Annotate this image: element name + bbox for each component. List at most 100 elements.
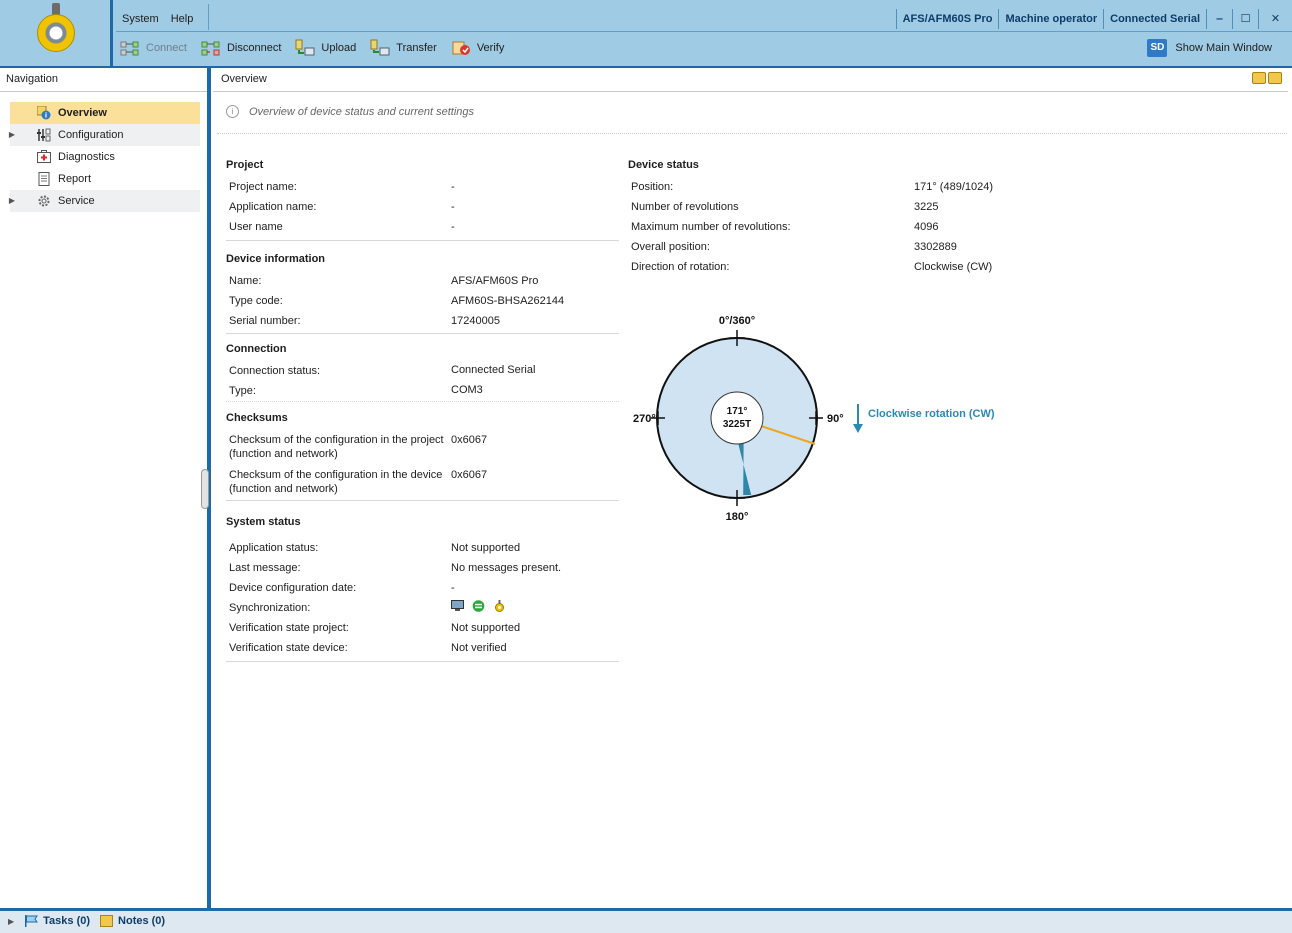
section-title-device-information: Device information [226,253,326,265]
label-connection-type: Type: [229,385,256,397]
label-checksum-project-line1: Checksum of the configuration in the pro… [229,434,444,446]
bottom-bar-content: ▶ Tasks (0) Notes (0) [8,915,165,927]
info-text: Overview of device status and current se… [249,105,474,118]
section-separator [226,333,619,334]
value-application-status: Not supported [451,542,521,554]
value-device-name: AFS/AFM60S Pro [451,275,539,287]
main-title: Overview [221,73,267,85]
dial-center [710,391,764,445]
note-add-icon[interactable] [1268,72,1282,84]
disconnect-icon [201,41,220,56]
maximize-button[interactable]: ☐ [1232,9,1258,29]
value-last-message: No messages present. [451,562,562,574]
label-user-name: User name [229,221,283,233]
toolbar: Connect Disconnect Upload Transfer Verif… [120,37,518,59]
value-maximum-revolutions: 4096 [914,221,939,233]
transfer-button[interactable]: Transfer [370,37,437,59]
menu-system[interactable]: System [116,9,165,29]
note-view-icon[interactable] [1252,72,1266,84]
value-serial-number: 17240005 [451,315,500,327]
bottom-bar: ▶ Tasks (0) Notes (0) [0,908,1292,933]
value-user-name: - [451,221,455,233]
info-icon: i [226,105,239,118]
navigation-tree: Overview ▶ Configuration Diagnostics Rep… [9,102,200,212]
dial-label-right: 90° [827,413,844,425]
verify-icon [452,41,470,55]
menu-help[interactable]: Help [165,9,200,29]
device-status-label: AFS/AFM60S Pro [895,9,999,29]
section-separator [226,401,619,402]
show-main-window-label: Show Main Window [1175,42,1272,54]
label-type-code: Type code: [229,295,283,307]
gear-icon [38,195,50,207]
value-type-code: AFM60S-BHSA262144 [451,295,565,307]
show-main-window-button[interactable]: SD Show Main Window [1147,37,1272,59]
nav-label-configuration: Configuration [58,129,124,141]
nav-item-overview[interactable]: Overview [10,102,200,124]
label-checksum-device-line1: Checksum of the configuration in the dev… [229,469,443,481]
logo-area [0,0,113,68]
navigation-panel: Navigation Overview ▶ Configuration Diag… [0,68,207,908]
configuration-icon [37,128,51,142]
close-button[interactable]: ✕ [1258,9,1292,29]
connect-button[interactable]: Connect [120,37,187,59]
section-separator [226,500,619,501]
disconnect-button[interactable]: Disconnect [201,37,281,59]
nav-item-configuration[interactable]: ▶ Configuration [9,124,200,146]
nav-item-service[interactable]: ▶ Service [9,190,200,212]
value-overall-position: 3302889 [914,241,957,253]
menu-bar: System Help [116,9,199,29]
tasks-link[interactable]: Tasks (0) [43,915,90,927]
label-checksum-device: Checksum of the configuration in the dev… [229,468,442,496]
info-separator [217,133,1287,134]
label-overall-position: Overall position: [631,241,710,253]
expand-arrow-icon[interactable]: ▶ [8,917,14,926]
transfer-label: Transfer [396,42,437,54]
upload-button[interactable]: Upload [295,37,356,59]
label-number-of-revolutions: Number of revolutions [631,201,739,213]
verify-button[interactable]: Verify [451,37,504,59]
section-title-checksums: Checksums [226,412,288,424]
direction-arrowhead-icon [853,424,863,433]
sd-icon: SD [1147,39,1168,57]
expand-arrow-icon[interactable]: ▶ [6,124,18,146]
overview-icon [37,106,51,120]
label-maximum-revolutions: Maximum number of revolutions: [631,221,791,233]
connection-status-label: Connected Serial [1103,9,1206,29]
dial-label-bottom: 180° [726,511,749,520]
nav-item-diagnostics[interactable]: Diagnostics [10,146,200,168]
status-box: AFS/AFM60S Pro Machine operator Connecte… [895,9,1292,29]
section-title-device-status: Device status [628,159,699,171]
minimize-button[interactable]: ‒ [1206,9,1232,29]
label-checksum-device-line2: (function and network) [229,483,338,495]
value-direction-of-rotation: Clockwise (CW) [914,261,993,273]
section-separator [226,661,619,662]
direction-label: Clockwise rotation (CW) [868,408,995,420]
label-application-status: Application status: [229,542,319,554]
center-angle: 171° [727,406,748,417]
upload-icon [295,39,315,56]
value-project-name: - [451,181,455,193]
nav-label-overview: Overview [58,107,107,119]
nav-item-report[interactable]: Report [10,168,200,190]
position-dial: 171° 3225T 0°/360° 90° 180° 270° Clockwi… [633,315,995,520]
connect-icon [120,41,139,56]
disconnect-label: Disconnect [226,42,282,54]
label-verification-state-device: Verification state device: [229,642,348,654]
label-last-message: Last message: [229,562,301,574]
label-position: Position: [631,181,674,193]
label-synchronization: Synchronization: [229,602,311,614]
section-title-connection: Connection [226,343,287,355]
menu-separator [208,4,209,30]
label-checksum-project-line2: (function and network) [229,448,338,460]
label-device-name: Name: [229,275,262,287]
label-application-name: Application name: [229,201,317,213]
expand-arrow-icon[interactable]: ▶ [6,190,18,212]
title-divider [116,31,1292,32]
value-connection-type: COM3 [451,384,483,396]
notes-link[interactable]: Notes (0) [118,915,165,927]
value-device-configuration-date: - [451,582,455,594]
splitter-grip-icon[interactable] [201,469,209,509]
section-separator [226,240,619,241]
section-title-system-status: System status [226,516,301,528]
